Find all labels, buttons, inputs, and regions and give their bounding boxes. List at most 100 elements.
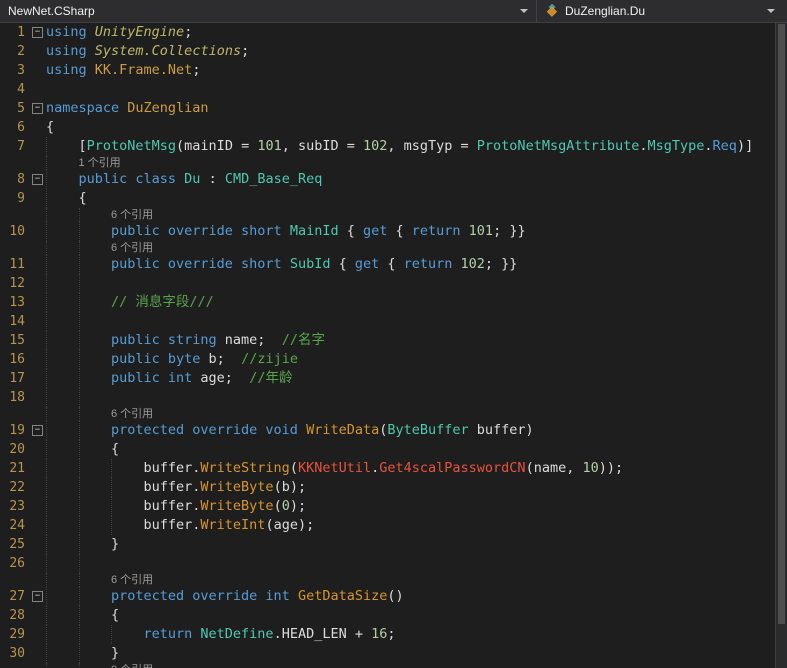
navbar-project-dropdown[interactable]: NewNet.CSharp xyxy=(0,0,537,22)
code-text: protected override int GetDataSize() xyxy=(111,588,404,604)
code-line[interactable]: 22 buffer.WriteByte(b); xyxy=(0,478,775,497)
code-line[interactable]: 17 public int age; //年龄 xyxy=(0,369,775,388)
codelens-references-link[interactable]: 6 个引用 xyxy=(46,573,153,587)
code-line[interactable]: 15 public string name; //名字 xyxy=(0,331,775,350)
code-line[interactable]: 28 { xyxy=(0,606,775,625)
codelens-references-link[interactable]: 0 个引用 xyxy=(46,663,153,668)
code-line[interactable]: 7 [ProtoNetMsg(mainID = 101, subID = 102,… xyxy=(0,137,775,156)
code-line[interactable]: 12 xyxy=(0,274,775,293)
fold-margin xyxy=(30,554,46,573)
codelens-row[interactable]: 0 个引用 xyxy=(0,663,775,668)
codelens-row[interactable]: 6 个引用 xyxy=(0,407,775,421)
codelens-references-link[interactable]: 1 个引用 xyxy=(46,156,121,170)
code-line[interactable]: 25} xyxy=(0,535,775,554)
code-line[interactable]: 11 public override short SubId { get { re… xyxy=(0,255,775,274)
code-line[interactable]: 19− protected override void WriteData(Byt… xyxy=(0,421,775,440)
project-dropdown-label: NewNet.CSharp xyxy=(8,4,95,18)
codelens-row[interactable]: 6 个引用 xyxy=(0,573,775,587)
line-number: 18 xyxy=(9,390,25,405)
code-lines: 1− using UnityEngine; 2 using System.Collec… xyxy=(0,23,775,668)
fold-collapse-icon[interactable]: − xyxy=(32,425,43,436)
line-number: 2 xyxy=(17,44,25,59)
code-text-cell: using System.Collections; xyxy=(46,42,775,61)
code-line[interactable]: 14 xyxy=(0,312,775,331)
code-line[interactable]: 13 // 消息字段/// xyxy=(0,293,775,312)
codelens-references-link[interactable]: 6 个引用 xyxy=(46,241,153,255)
fold-collapse-icon[interactable]: − xyxy=(32,591,43,602)
fold-margin xyxy=(30,137,46,156)
indent-guide xyxy=(46,554,47,573)
code-line[interactable]: 9{ xyxy=(0,189,775,208)
code-text-cell: 6 个引用 xyxy=(46,241,775,255)
indent-guide xyxy=(78,554,80,573)
codelens-references-link[interactable]: 6 个引用 xyxy=(46,407,153,421)
code-text: // 消息字段/// xyxy=(111,294,214,310)
fold-collapse-icon[interactable]: − xyxy=(32,174,43,185)
line-number xyxy=(0,241,30,255)
code-line[interactable]: 4 xyxy=(0,80,775,99)
code-text: public override short MainId { get { ret… xyxy=(111,223,526,239)
code-line[interactable]: 23 buffer.WriteByte(0); xyxy=(0,497,775,516)
code-editor-window: NewNet.CSharp DuZenglian.Du 1− using Unit… xyxy=(0,0,787,668)
fold-margin xyxy=(30,516,46,535)
code-text: protected override void WriteData(ByteBu… xyxy=(111,422,534,438)
line-number: 27 xyxy=(9,589,25,604)
line-number: 15 xyxy=(9,333,25,348)
code-text: { xyxy=(111,607,120,623)
fold-margin xyxy=(30,331,46,350)
fold-margin xyxy=(30,241,46,255)
code-text-cell: buffer.WriteString(KKNetUtil.Get4scalPas… xyxy=(46,459,775,478)
fold-margin xyxy=(30,535,46,554)
code-text: buffer.WriteByte(b); xyxy=(143,479,307,495)
code-line[interactable]: 16 public byte b; //zijie xyxy=(0,350,775,369)
codelens-row[interactable]: 6 个引用 xyxy=(0,241,775,255)
code-line[interactable]: 26 xyxy=(0,554,775,573)
code-text-cell: public int age; //年龄 xyxy=(46,369,775,388)
code-line[interactable]: 1− using UnityEngine; xyxy=(0,23,775,42)
line-number: 28 xyxy=(9,608,25,623)
editor-area: 1− using UnityEngine; 2 using System.Collec… xyxy=(0,23,787,668)
code-text-cell: protected override void WriteData(ByteBu… xyxy=(46,421,775,440)
code-text-cell: 6 个引用 xyxy=(46,573,775,587)
code-line[interactable]: 29 return NetDefine.HEAD_LEN + 16; xyxy=(0,625,775,644)
code-line[interactable]: 6{ xyxy=(0,118,775,137)
code-text: using UnityEngine; xyxy=(46,24,193,40)
code-line[interactable]: 27− protected override int GetDataSize() xyxy=(0,587,775,606)
code-line[interactable]: 21 buffer.WriteString(KKNetUtil.Get4scalP… xyxy=(0,459,775,478)
vertical-scrollbar[interactable] xyxy=(775,23,787,668)
fold-margin xyxy=(30,156,46,170)
navbar-member-dropdown[interactable]: DuZenglian.Du xyxy=(537,0,787,22)
line-number xyxy=(0,663,30,668)
code-line[interactable]: 2 using System.Collections; xyxy=(0,42,775,61)
code-text-cell: buffer.WriteByte(0); xyxy=(46,497,775,516)
codelens-row[interactable]: 6 个引用 xyxy=(0,208,775,222)
codelens-references-link[interactable]: 6 个引用 xyxy=(46,208,153,222)
code-text-cell: protected override int GetDataSize() xyxy=(46,587,775,606)
code-text: } xyxy=(111,645,120,661)
code-text-cell: } xyxy=(46,644,775,663)
scrollbar-thumb[interactable] xyxy=(778,24,785,624)
line-number: 4 xyxy=(17,82,25,97)
code-line[interactable]: 24 buffer.WriteInt(age); xyxy=(0,516,775,535)
fold-margin xyxy=(30,459,46,478)
line-number: 3 xyxy=(17,63,25,78)
codelens-row[interactable]: 1 个引用 xyxy=(0,156,775,170)
code-line[interactable]: 10 public override short MainId { get { r… xyxy=(0,222,775,241)
fold-collapse-icon[interactable]: − xyxy=(32,103,43,114)
code-line[interactable]: 5− namespace DuZenglian xyxy=(0,99,775,118)
code-line[interactable]: 18 xyxy=(0,388,775,407)
fold-margin xyxy=(30,61,46,80)
fold-collapse-icon[interactable]: − xyxy=(32,27,43,38)
code-line[interactable]: 8− public class Du : CMD_Base_Req xyxy=(0,170,775,189)
line-number: 23 xyxy=(9,499,25,514)
indent-guide xyxy=(78,274,80,293)
line-number: 14 xyxy=(9,314,25,329)
code-line[interactable]: 20 { xyxy=(0,440,775,459)
line-number: 20 xyxy=(9,442,25,457)
code-line[interactable]: 3 using KK.Frame.Net; xyxy=(0,61,775,80)
line-number: 25 xyxy=(9,537,25,552)
code-line[interactable]: 30} xyxy=(0,644,775,663)
line-number xyxy=(0,208,30,222)
code-text: public class Du : CMD_Base_Req xyxy=(78,171,323,187)
code-text: return NetDefine.HEAD_LEN + 16; xyxy=(143,626,396,642)
